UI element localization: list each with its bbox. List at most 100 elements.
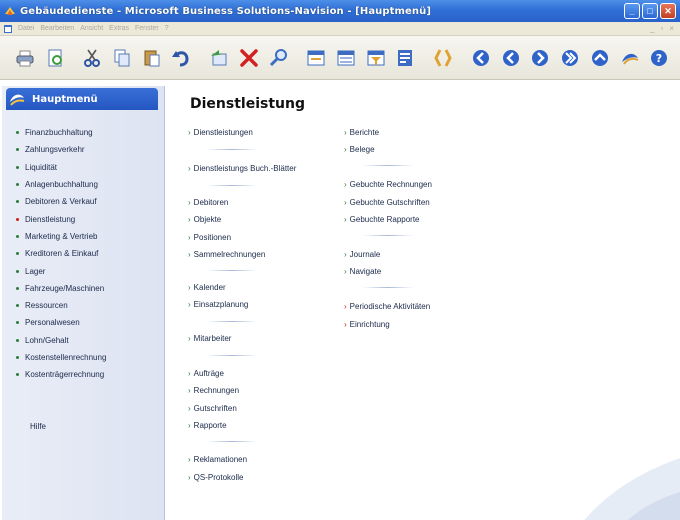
mdi-close-icon[interactable]: ×: [669, 24, 674, 33]
main-menu-icon: [10, 94, 25, 106]
link-kalender[interactable]: › Kalender: [188, 283, 226, 292]
undo-button[interactable]: [171, 47, 193, 69]
sidebar-item-liquiditaet[interactable]: Liquidität: [2, 159, 164, 176]
menu-help[interactable]: ?: [165, 25, 169, 32]
link-qs-protokolle[interactable]: › QS-Protokolle: [188, 473, 243, 482]
form-button[interactable]: [305, 47, 327, 69]
menu-extras[interactable]: Extras: [109, 25, 129, 32]
svg-text:?: ?: [656, 52, 662, 65]
link-periodische-aktivitaeten[interactable]: › Periodische Aktivitäten: [344, 302, 430, 311]
link-einsatzplanung[interactable]: › Einsatzplanung: [188, 300, 248, 309]
copy-button[interactable]: [111, 47, 133, 69]
title-bar: Gebäudedienste - Microsoft Business Solu…: [0, 0, 680, 22]
navigate-button[interactable]: [432, 47, 454, 69]
paste-button[interactable]: [141, 47, 163, 69]
sidebar-item-kostentraegerrechnung[interactable]: Kostenträgerrechnung: [2, 366, 164, 383]
up-button[interactable]: [589, 47, 611, 69]
navision-button[interactable]: [619, 47, 641, 69]
preview-button[interactable]: [44, 47, 66, 69]
divider: [206, 270, 258, 271]
sidebar-title: Hauptmenü: [32, 93, 98, 105]
next-icon: [532, 49, 549, 66]
app-icon: [5, 7, 15, 15]
help-link[interactable]: Hilfe: [30, 422, 46, 431]
document-icon[interactable]: [3, 24, 13, 34]
last-record-button[interactable]: [559, 47, 581, 69]
divider: [206, 355, 258, 356]
link-mitarbeiter[interactable]: › Mitarbeiter: [188, 334, 231, 343]
link-gebuchte-rechnungen[interactable]: › Gebuchte Rechnungen: [344, 180, 432, 189]
sidebar-item-lager[interactable]: Lager: [2, 262, 164, 279]
divider: [206, 441, 258, 442]
link-positionen[interactable]: › Positionen: [188, 233, 231, 242]
sidebar-item-anlagenbuchhaltung[interactable]: Anlagenbuchhaltung: [2, 176, 164, 193]
link-navigate[interactable]: › Navigate: [344, 267, 381, 276]
main-menu-sidebar: Hauptmenü Finanzbuchhaltung Zahlungsverk…: [2, 86, 165, 520]
link-berichte[interactable]: › Berichte: [344, 128, 379, 137]
first-icon: [472, 49, 489, 66]
link-objekte[interactable]: › Objekte: [188, 215, 221, 224]
link-dienstleistungen[interactable]: › Dienstleistungen: [188, 128, 253, 137]
first-record-button[interactable]: [470, 47, 492, 69]
next-record-button[interactable]: [530, 47, 552, 69]
menu-bearbeiten[interactable]: Bearbeiten: [40, 25, 74, 32]
sidebar-item-dienstleistung[interactable]: Dienstleistung: [2, 210, 164, 227]
print-icon: [16, 50, 34, 66]
sidebar-item-finanzbuchhaltung[interactable]: Finanzbuchhaltung: [2, 124, 164, 141]
sidebar-item-fahrzeuge-maschinen[interactable]: Fahrzeuge/Maschinen: [2, 280, 164, 297]
delete-icon: [240, 48, 258, 67]
minimize-button[interactable]: _: [624, 3, 640, 19]
link-auftraege[interactable]: › Aufträge: [188, 369, 224, 378]
link-buch-blaetter[interactable]: › Dienstleistungs Buch.-Blätter: [188, 164, 296, 173]
link-gebuchte-rapporte[interactable]: › Gebuchte Rapporte: [344, 215, 420, 224]
sidebar-item-lohn-gehalt[interactable]: Lohn/Gehalt: [2, 332, 164, 349]
previous-record-button[interactable]: [500, 47, 522, 69]
menu-ansicht[interactable]: Ansicht: [80, 25, 103, 32]
delete-button[interactable]: [238, 47, 260, 69]
close-button[interactable]: ✕: [660, 3, 676, 19]
sidebar-item-marketing-vertrieb[interactable]: Marketing & Vertrieb: [2, 228, 164, 245]
menu-fenster[interactable]: Fenster: [135, 25, 159, 32]
new-record-icon: [211, 49, 227, 65]
print-button[interactable]: [14, 47, 36, 69]
divider: [362, 165, 414, 166]
divider: [362, 287, 414, 288]
mdi-restore-icon[interactable]: ▫: [660, 24, 663, 33]
menu-bar: Datei Bearbeiten Ansicht Extras Fenster …: [0, 22, 680, 36]
sidebar-item-debitoren-verkauf[interactable]: Debitoren & Verkauf: [2, 193, 164, 210]
new-button[interactable]: [208, 47, 230, 69]
window-title: Gebäudedienste - Microsoft Business Solu…: [20, 5, 432, 17]
menu-datei[interactable]: Datei: [18, 25, 34, 32]
list-button[interactable]: [335, 47, 357, 69]
link-rapporte[interactable]: › Rapporte: [188, 421, 227, 430]
sidebar-item-ressourcen[interactable]: Ressourcen: [2, 297, 164, 314]
find-button[interactable]: [268, 47, 290, 69]
card-icon: [398, 49, 413, 66]
link-journale[interactable]: › Journale: [344, 250, 380, 259]
previous-icon: [502, 49, 519, 66]
card-button[interactable]: [395, 47, 417, 69]
link-einrichtung[interactable]: › Einrichtung: [344, 320, 390, 329]
list-icon: [337, 50, 355, 65]
search-icon: [269, 48, 287, 66]
link-sammelrechnungen[interactable]: › Sammelrechnungen: [188, 250, 265, 259]
undo-icon: [172, 50, 189, 66]
maximize-button[interactable]: □: [642, 3, 658, 19]
link-belege[interactable]: › Belege: [344, 145, 375, 154]
sidebar-item-personalwesen[interactable]: Personalwesen: [2, 314, 164, 331]
sidebar-item-kostenstellenrechnung[interactable]: Kostenstellenrechnung: [2, 349, 164, 366]
mdi-minimize-icon[interactable]: _: [650, 24, 654, 33]
sidebar-nav: Finanzbuchhaltung Zahlungsverkehr Liquid…: [2, 124, 164, 383]
filter-button[interactable]: [365, 47, 387, 69]
sidebar-item-kreditoren-einkauf[interactable]: Kreditoren & Einkauf: [2, 245, 164, 262]
link-gutschriften[interactable]: › Gutschriften: [188, 404, 237, 413]
sidebar-header: Hauptmenü: [6, 88, 158, 110]
cut-button[interactable]: [81, 47, 103, 69]
link-gebuchte-gutschriften[interactable]: › Gebuchte Gutschriften: [344, 198, 430, 207]
help-button[interactable]: ?: [648, 47, 670, 69]
link-rechnungen[interactable]: › Rechnungen: [188, 386, 239, 395]
copy-icon: [114, 49, 130, 66]
sidebar-item-zahlungsverkehr[interactable]: Zahlungsverkehr: [2, 141, 164, 158]
link-debitoren[interactable]: › Debitoren: [188, 198, 228, 207]
link-reklamationen[interactable]: › Reklamationen: [188, 455, 247, 464]
